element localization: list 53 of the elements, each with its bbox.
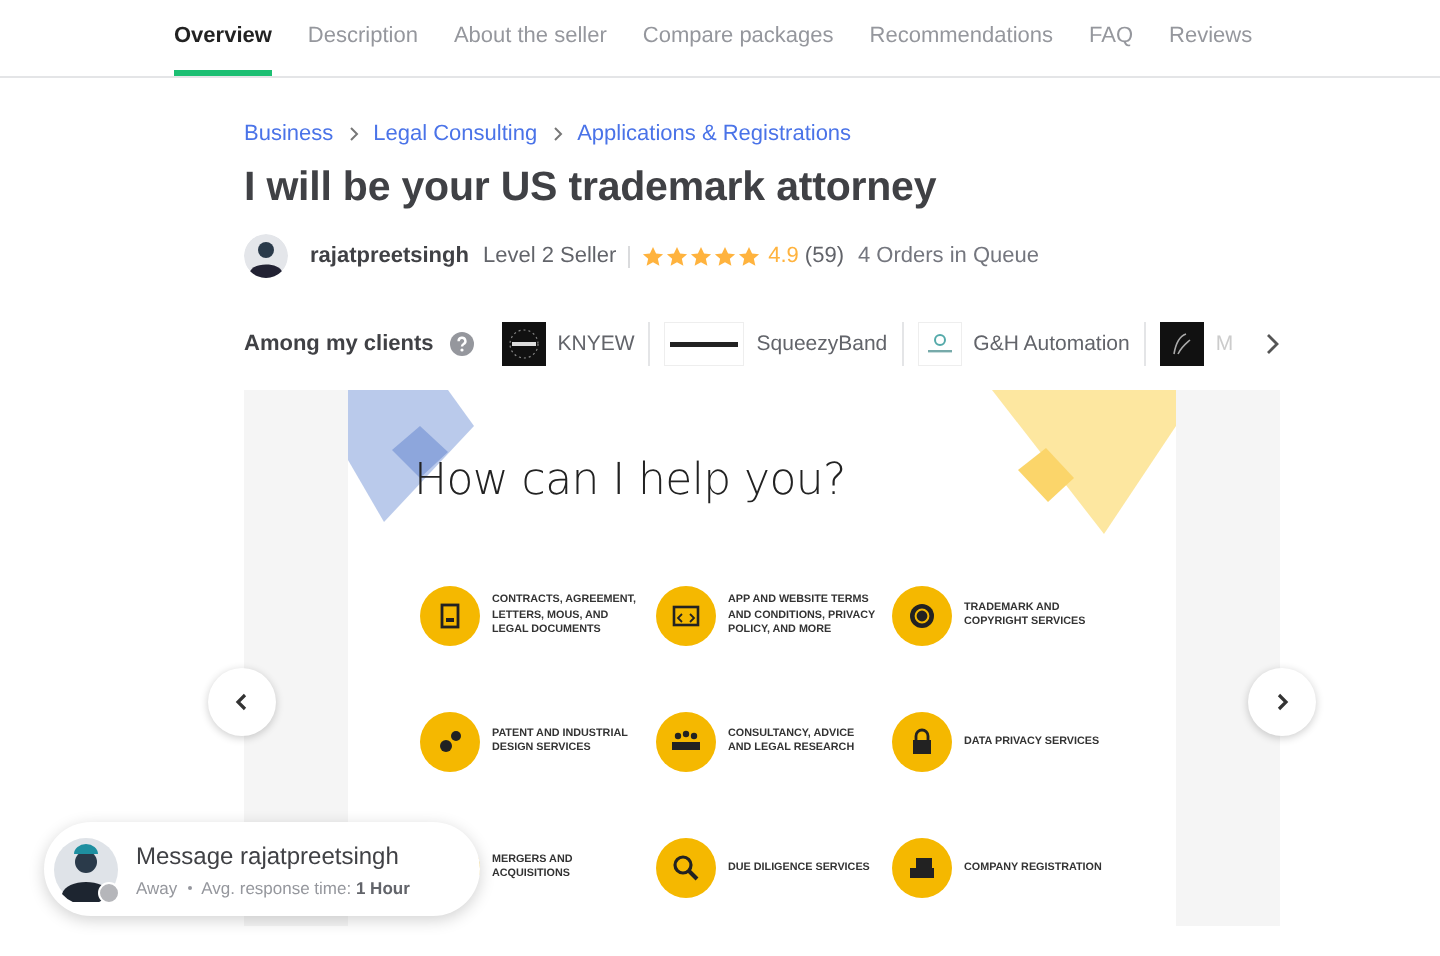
- next-button[interactable]: [1248, 668, 1316, 736]
- client-logo: [917, 322, 962, 366]
- star-icon: [738, 245, 761, 267]
- star-icon: [666, 245, 689, 267]
- nav-tab[interactable]: About the seller: [453, 0, 607, 76]
- avatar: [54, 837, 118, 901]
- client-logo: [501, 322, 546, 366]
- nav-tab[interactable]: Description: [307, 0, 418, 76]
- clients-label: Among my clients: [244, 332, 434, 356]
- message-title: Message rajatpreetsingh: [136, 841, 401, 869]
- service-icon: [656, 838, 716, 899]
- service-icon: [420, 586, 480, 647]
- chevron-left-icon: [232, 692, 252, 712]
- nav-tab[interactable]: Compare packages: [642, 0, 834, 76]
- separator-dot-icon: [187, 885, 192, 889]
- star-icon: [714, 245, 737, 267]
- client-name: SqueezyBand: [756, 332, 888, 356]
- service-icon: [420, 712, 480, 773]
- nav-tab[interactable]: Recommendations: [869, 0, 1053, 76]
- chevron-right-icon: [549, 126, 566, 142]
- nav-tab[interactable]: Reviews: [1169, 0, 1253, 76]
- chevron-right-icon: [1272, 692, 1292, 712]
- star-icon: [642, 245, 665, 267]
- service-icon: [892, 838, 952, 899]
- service-icon: [656, 586, 716, 647]
- client-name: G&H Automation: [973, 332, 1130, 356]
- previous-button[interactable]: [208, 668, 276, 736]
- message-card[interactable]: Message rajatpreetsingh Away Avg. response time: 1 Hour: [44, 822, 480, 916]
- response-time: Avg. response time: 1 Hour: [201, 877, 410, 897]
- star-icon: [690, 245, 713, 267]
- page-title: I will be your US trademark attorney: [244, 164, 939, 212]
- chevron-right-icon: [345, 126, 362, 142]
- nav-tab[interactable]: Overview: [174, 0, 272, 76]
- breadcrumb-link[interactable]: Business: [244, 122, 334, 146]
- seller-level: Level 2 Seller: [482, 244, 617, 268]
- chevron-right-icon: [1264, 332, 1280, 356]
- nav-tab[interactable]: FAQ: [1089, 0, 1134, 76]
- service-icon: [892, 586, 952, 647]
- help-icon[interactable]: [449, 332, 474, 356]
- client-name: KNYEW: [557, 332, 635, 356]
- slide-heading: How can I help you?: [414, 456, 846, 507]
- breadcrumb-link[interactable]: Applications & Registrations: [577, 122, 852, 146]
- seller-status: Away: [136, 877, 178, 897]
- client-logo: [1159, 322, 1204, 366]
- service-icon: [892, 712, 952, 773]
- orders-in-queue: 4 Orders in Queue: [857, 244, 1039, 268]
- avatar: [244, 234, 288, 278]
- service-icon: [656, 712, 716, 773]
- rating-value: 4.9: [768, 244, 799, 268]
- breadcrumb-link[interactable]: Legal Consulting: [373, 122, 538, 146]
- review-count[interactable]: (59): [804, 244, 844, 268]
- client-logo: [664, 322, 745, 366]
- seller-name[interactable]: rajatpreetsingh: [310, 244, 469, 268]
